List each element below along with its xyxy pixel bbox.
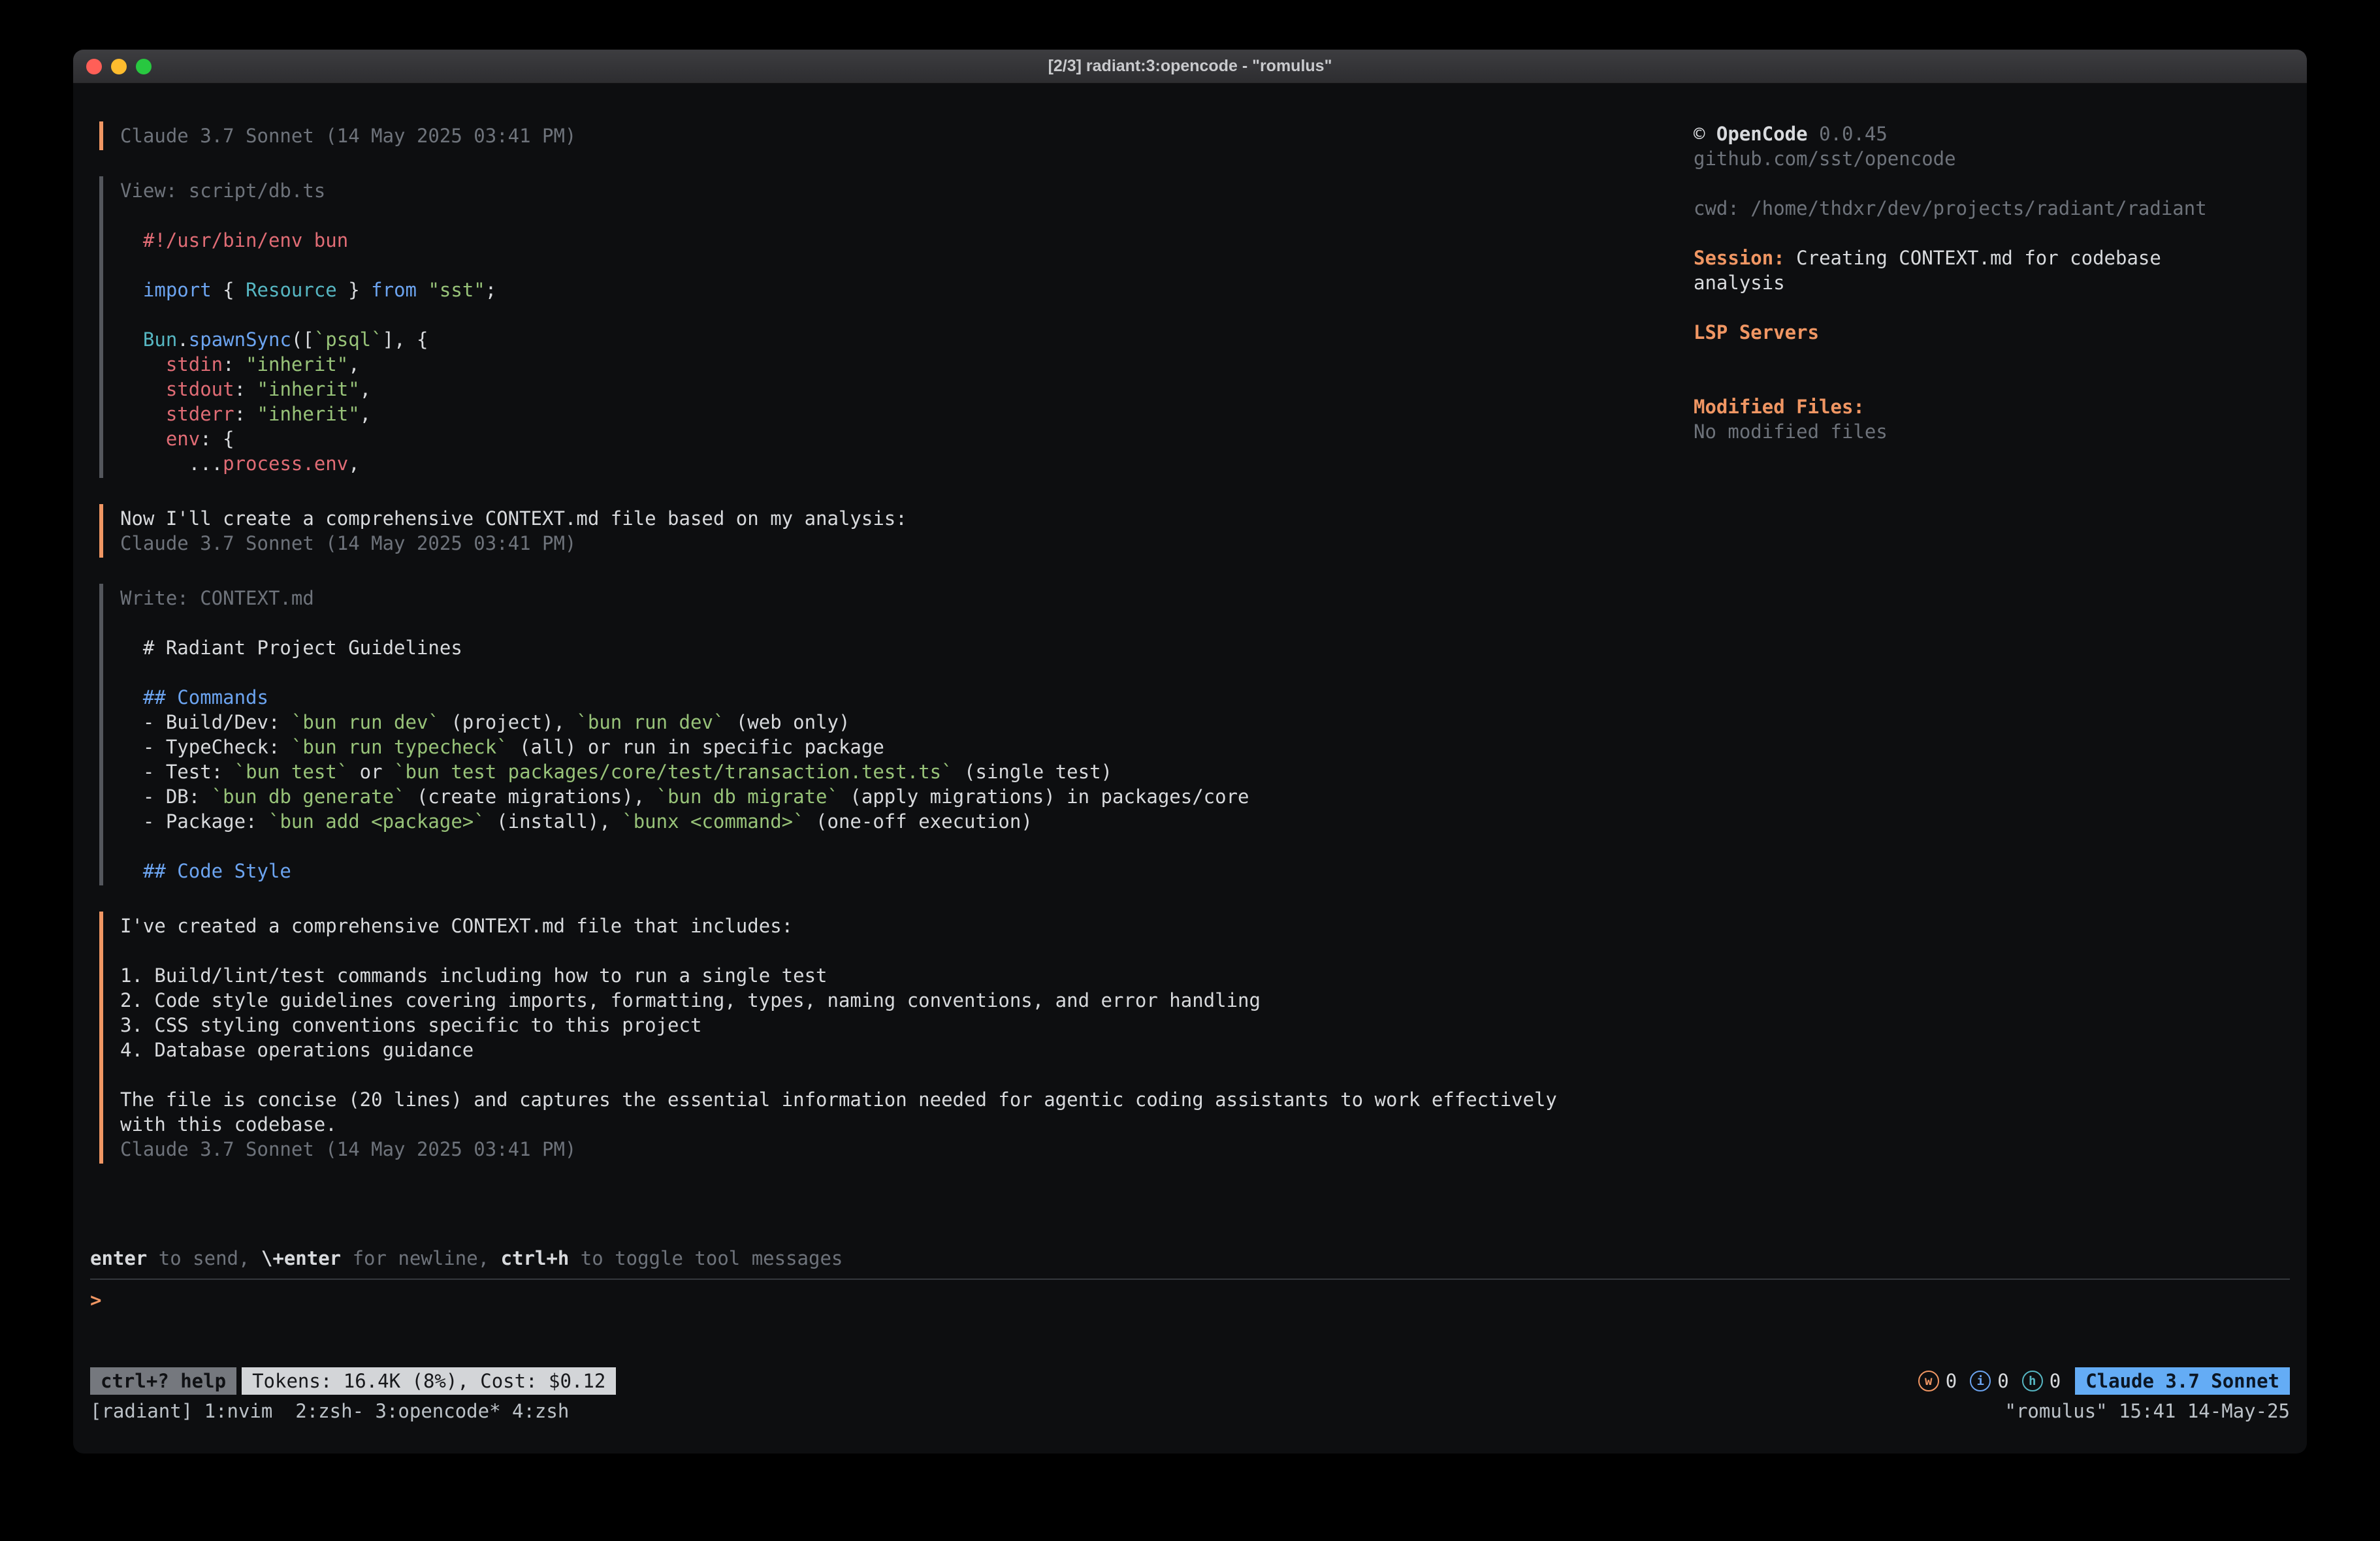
terminal-line: Write: CONTEXT.md xyxy=(120,586,1694,611)
terminal-line: Claude 3.7 Sonnet (14 May 2025 03:41 PM) xyxy=(120,531,1694,556)
prompt-symbol: > xyxy=(90,1289,101,1311)
minimize-button[interactable] xyxy=(111,59,127,74)
diagnostic-info: i0 xyxy=(1970,1370,2008,1392)
terminal-line: 3. CSS styling conventions specific to t… xyxy=(120,1013,1694,1038)
terminal-line xyxy=(1694,295,2290,320)
tmux-status-bar: [radiant] 1:nvim 2:zsh- 3:opencode* 4:zs… xyxy=(90,1399,2290,1423)
assistant-message: Now I'll create a comprehensive CONTEXT.… xyxy=(99,504,1694,558)
terminal-line: with this codebase. xyxy=(120,1112,1694,1137)
terminal-line: 4. Database operations guidance xyxy=(120,1038,1694,1062)
terminal-line: I've created a comprehensive CONTEXT.md … xyxy=(120,913,1694,938)
terminal-window: [2/3] radiant:3:opencode - "romulus" Cla… xyxy=(73,50,2307,1454)
status-bar: ctrl+? help Tokens: 16.4K (8%), Cost: $0… xyxy=(90,1367,2290,1395)
terminal-line: Modified Files: xyxy=(1694,394,2290,419)
tokens-cost-chip: Tokens: 16.4K (8%), Cost: $0.12 xyxy=(242,1367,616,1395)
help-shortcut-chip: ctrl+? help xyxy=(90,1367,236,1395)
terminal-line: Claude 3.7 Sonnet (14 May 2025 03:41 PM) xyxy=(120,1137,1694,1162)
keybind-help: enter to send, \+enter for newline, ctrl… xyxy=(90,1246,2290,1271)
terminal-line xyxy=(120,1062,1694,1087)
terminal-line: #!/usr/bin/env bun xyxy=(120,228,1694,253)
terminal-line: analysis xyxy=(1694,270,2290,295)
tmux-window-list[interactable]: [radiant] 1:nvim 2:zsh- 3:opencode* 4:zs… xyxy=(90,1399,569,1423)
terminal-content: Claude 3.7 Sonnet (14 May 2025 03:41 PM)… xyxy=(73,84,2307,1454)
terminal-line xyxy=(120,253,1694,278)
terminal-line: ## Code Style xyxy=(120,859,1694,883)
window-title: [2/3] radiant:3:opencode - "romulus" xyxy=(73,57,2307,76)
terminal-line: © OpenCode 0.0.45 xyxy=(1694,121,2290,146)
zoom-button[interactable] xyxy=(136,59,152,74)
window-controls xyxy=(86,59,152,74)
terminal-line: env: { xyxy=(120,426,1694,451)
tool-view-block: View: script/db.ts #!/usr/bin/env bun im… xyxy=(99,176,1694,478)
terminal-line: 1. Build/lint/test commands including ho… xyxy=(120,963,1694,988)
terminal-line xyxy=(120,611,1694,635)
tmux-session-info: "romulus" 15:41 14-May-25 xyxy=(2005,1399,2291,1423)
terminal-line: - TypeCheck: `bun run typecheck` (all) o… xyxy=(120,735,1694,759)
chat-and-sidebar: Claude 3.7 Sonnet (14 May 2025 03:41 PM)… xyxy=(90,121,2290,1190)
terminal-line: # Radiant Project Guidelines xyxy=(120,635,1694,660)
terminal-line: - DB: `bun db generate` (create migratio… xyxy=(120,784,1694,809)
terminal-line xyxy=(120,302,1694,327)
warning-count: 0 xyxy=(1946,1370,1957,1392)
terminal-line: - Build/Dev: `bun run dev` (project), `b… xyxy=(120,710,1694,735)
terminal-line: cwd: /home/thdxr/dev/projects/radiant/ra… xyxy=(1694,196,2290,221)
terminal-line xyxy=(1694,345,2290,370)
diagnostic-hint: h0 xyxy=(2022,1370,2061,1392)
session-sidebar: © OpenCode 0.0.45github.com/sst/opencode… xyxy=(1694,121,2290,444)
info-count: 0 xyxy=(1997,1370,2008,1392)
terminal-line: Session: Creating CONTEXT.md for codebas… xyxy=(1694,246,2290,270)
terminal-line xyxy=(120,660,1694,685)
terminal-line xyxy=(1694,171,2290,196)
close-button[interactable] xyxy=(86,59,102,74)
diagnostic-warning: w0 xyxy=(1918,1370,1957,1392)
diagnostics: w0i0h0 xyxy=(1918,1370,2061,1392)
terminal-line: stderr: "inherit", xyxy=(120,402,1694,426)
input-separator xyxy=(90,1279,2290,1280)
info-icon: i xyxy=(1970,1371,1991,1391)
terminal-line: - Test: `bun test` or `bun test packages… xyxy=(120,759,1694,784)
terminal-line: - Package: `bun add <package>` (install)… xyxy=(120,809,1694,834)
terminal-line xyxy=(120,834,1694,859)
terminal-line: Now I'll create a comprehensive CONTEXT.… xyxy=(120,506,1694,531)
terminal-line: View: script/db.ts xyxy=(120,178,1694,203)
terminal-line: LSP Servers xyxy=(1694,320,2290,345)
terminal-line xyxy=(1694,370,2290,394)
terminal-line: 2. Code style guidelines covering import… xyxy=(120,988,1694,1013)
assistant-header-block: Claude 3.7 Sonnet (14 May 2025 03:41 PM) xyxy=(99,121,1694,150)
warning-icon: w xyxy=(1918,1371,1939,1391)
prompt-input[interactable]: > xyxy=(90,1288,2290,1312)
terminal-line: The file is concise (20 lines) and captu… xyxy=(120,1087,1694,1112)
terminal-line: ## Commands xyxy=(120,685,1694,710)
terminal-line: github.com/sst/opencode xyxy=(1694,146,2290,171)
model-chip: Claude 3.7 Sonnet xyxy=(2075,1367,2290,1395)
terminal-line: ...process.env, xyxy=(120,451,1694,476)
hint-icon: h xyxy=(2022,1371,2043,1391)
window-titlebar[interactable]: [2/3] radiant:3:opencode - "romulus" xyxy=(73,50,2307,84)
terminal-line: No modified files xyxy=(1694,419,2290,444)
empty-space xyxy=(90,1312,2290,1367)
terminal-line xyxy=(120,938,1694,963)
terminal-line xyxy=(1694,221,2290,246)
terminal-line: stdin: "inherit", xyxy=(120,352,1694,377)
terminal-line xyxy=(120,203,1694,228)
terminal-line: Bun.spawnSync([`psql`], { xyxy=(120,327,1694,352)
terminal-line: Claude 3.7 Sonnet (14 May 2025 03:41 PM) xyxy=(120,123,1694,148)
chat-message-list[interactable]: Claude 3.7 Sonnet (14 May 2025 03:41 PM)… xyxy=(90,121,1694,1190)
terminal-line: stdout: "inherit", xyxy=(120,377,1694,402)
hint-count: 0 xyxy=(2050,1370,2061,1392)
assistant-message: I've created a comprehensive CONTEXT.md … xyxy=(99,912,1694,1164)
terminal-line: import { Resource } from "sst"; xyxy=(120,278,1694,302)
tool-write-block: Write: CONTEXT.md # Radiant Project Guid… xyxy=(99,584,1694,885)
